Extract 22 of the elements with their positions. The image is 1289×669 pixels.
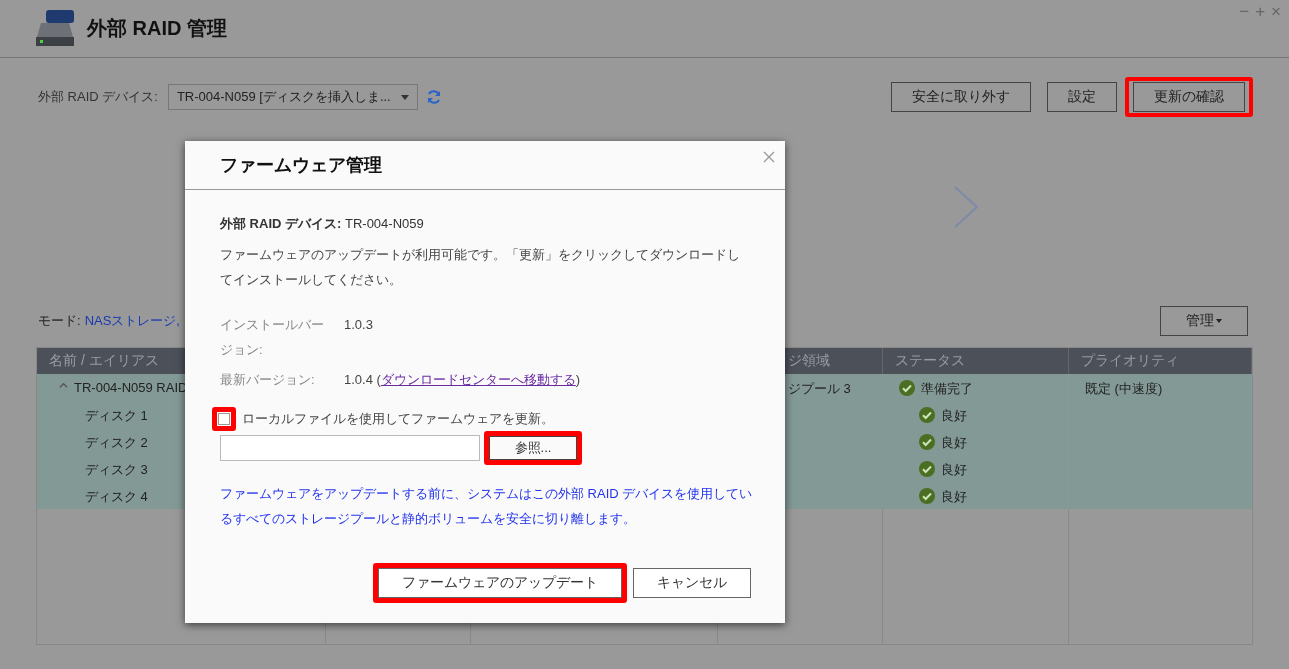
table-cell-text: 良好	[941, 407, 967, 425]
table-cell-text: 準備完了	[921, 380, 973, 398]
table-cell-text: ディスク 1	[85, 407, 148, 425]
installed-version-label: インストールバージョン:	[220, 316, 325, 359]
latest-version-value: 1.0.4 (ダウンロードセンターへ移動する)	[344, 371, 582, 389]
mode-label: モード:	[38, 312, 81, 330]
table-cell-text: 良好	[941, 434, 967, 452]
table-cell-text: ディスク 3	[85, 461, 148, 479]
device-info: 外部 RAID デバイス: TR-004-N059	[220, 215, 425, 233]
dialog-title: ファームウェア管理	[220, 154, 382, 177]
table-cell-text: 良好	[941, 461, 967, 479]
table-cell-text: ディスク 2	[85, 434, 148, 452]
app-title: 外部 RAID 管理	[87, 16, 227, 41]
latest-version-label: 最新バージョン:	[220, 371, 316, 389]
table-cell-text: ディスク 4	[85, 488, 148, 506]
update-message: ファームウェアのアップデートが利用可能です。「更新」をクリックしてダウンロードしてインストールしてください。	[220, 246, 741, 289]
table-cell-text: 良好	[941, 488, 967, 506]
table-cell-text: 既定 (中速度)	[1085, 380, 1163, 398]
table-cell-text: ジプール 3	[788, 380, 851, 398]
warning-note: ファームウェアをアップデートする前に、システムはこの外部 RAID デバイスを使用しているすべてのストレージプールと静的ボリュームを安全に切り離します。	[220, 485, 754, 528]
installed-version-value: 1.0.3	[344, 316, 374, 334]
device-label: 外部 RAID デバイス:	[38, 88, 158, 106]
